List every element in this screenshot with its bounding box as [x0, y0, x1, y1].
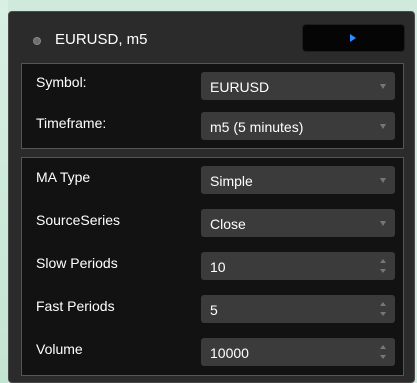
spinner-arrows-icon[interactable] — [380, 259, 387, 273]
arrow-down-icon[interactable] — [380, 355, 386, 359]
timeframe-label: Timeframe: — [36, 115, 107, 131]
ma-type-value: Simple — [210, 173, 253, 189]
arrow-up-icon[interactable] — [380, 259, 386, 263]
volume-label: Volume — [36, 341, 83, 357]
slow-periods-value: 10 — [210, 259, 226, 275]
play-icon — [350, 34, 356, 42]
chevron-down-icon — [380, 84, 386, 89]
ma-type-label: MA Type — [36, 169, 91, 185]
arrow-up-icon[interactable] — [380, 345, 386, 349]
arrow-down-icon[interactable] — [380, 269, 386, 273]
source-series-dropdown[interactable]: Close — [201, 209, 395, 237]
strategy-panel: EURUSD, m5 Symbol: EURUSD Timeframe: m5 … — [8, 11, 415, 383]
source-series-label: SourceSeries — [36, 212, 121, 228]
chevron-down-icon — [380, 124, 386, 129]
volume-stepper[interactable]: 10000 — [201, 338, 395, 366]
symbol-label: Symbol: — [36, 74, 87, 90]
spinner-arrows-icon[interactable] — [380, 345, 387, 359]
fast-periods-label: Fast Periods — [36, 298, 115, 314]
timeframe-dropdown[interactable]: m5 (5 minutes) — [201, 112, 395, 140]
spinner-arrows-icon[interactable] — [380, 302, 387, 316]
ma-type-dropdown[interactable]: Simple — [201, 166, 395, 194]
panel-header: EURUSD, m5 — [9, 12, 414, 60]
panel-title: EURUSD, m5 — [55, 31, 148, 48]
timeframe-value: m5 (5 minutes) — [210, 119, 304, 135]
volume-value: 10000 — [210, 345, 249, 361]
parameters-section: MA Type Simple SourceSeries Close Slow P… — [21, 157, 404, 376]
slow-periods-stepper[interactable]: 10 — [201, 252, 395, 280]
background — [0, 0, 8, 383]
source-series-value: Close — [210, 216, 246, 232]
slow-periods-label: Slow Periods — [36, 255, 118, 271]
symbol-dropdown[interactable]: EURUSD — [201, 72, 395, 100]
play-button[interactable] — [302, 24, 405, 52]
fast-periods-value: 5 — [210, 302, 218, 318]
symbol-value: EURUSD — [210, 79, 270, 95]
status-dot-icon — [33, 37, 41, 45]
arrow-down-icon[interactable] — [380, 312, 386, 316]
chevron-down-icon — [380, 221, 386, 226]
chevron-down-icon — [380, 178, 386, 183]
fast-periods-stepper[interactable]: 5 — [201, 295, 395, 323]
arrow-up-icon[interactable] — [380, 302, 386, 306]
instrument-section: Symbol: EURUSD Timeframe: m5 (5 minutes) — [21, 63, 404, 149]
